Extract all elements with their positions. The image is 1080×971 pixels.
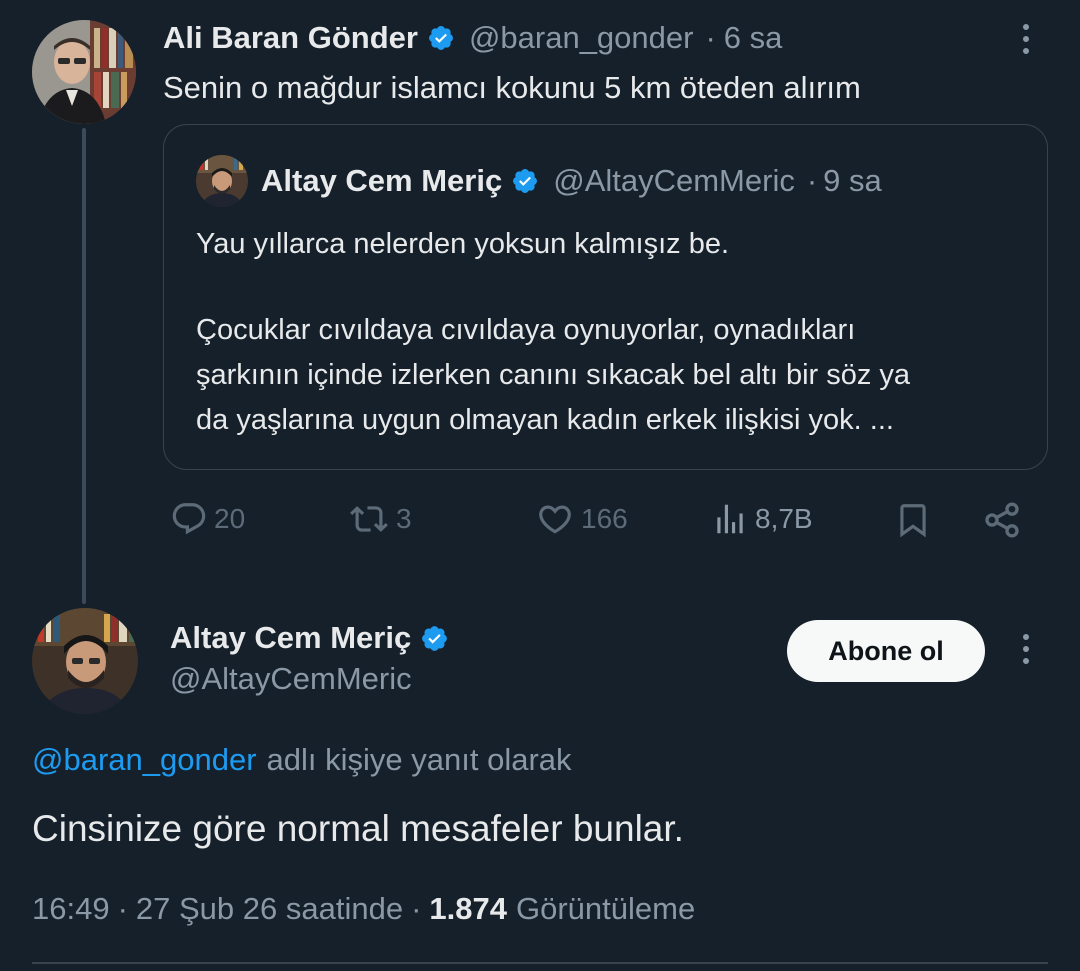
reply-to-suffix: adlı kişiye yanıt olarak <box>266 742 572 777</box>
reply-button[interactable]: 20 <box>170 500 245 538</box>
header-separator: · <box>705 20 716 55</box>
main-author-name[interactable]: Altay Cem Meriç <box>170 620 411 656</box>
more-icon[interactable] <box>1020 634 1032 664</box>
author-handle[interactable]: @baran_gonder <box>469 20 694 56</box>
follow-button[interactable]: Abone ol <box>787 620 985 682</box>
bookmark-icon <box>900 504 926 538</box>
quoted-text-line: Yau yıllarca nelerden yoksun kalmışız be… <box>196 227 730 260</box>
more-icon[interactable] <box>1020 24 1032 54</box>
share-button[interactable] <box>982 500 1022 540</box>
view-label: Görüntüleme <box>515 891 696 926</box>
view-count: 1.874 <box>429 891 507 926</box>
timestamp[interactable]: 6 sa <box>724 20 783 56</box>
main-tweet-text: Cinsinize göre normal mesafeler bunlar. <box>32 808 684 849</box>
verified-badge-icon <box>422 625 448 651</box>
quoted-avatar <box>196 155 248 207</box>
like-button[interactable]: 166 <box>535 500 628 538</box>
author-name[interactable]: Ali Baran Gönder <box>163 20 418 56</box>
meta-separator: · <box>117 891 128 926</box>
divider <box>32 962 1048 964</box>
thread-connector-line <box>82 128 86 604</box>
share-icon <box>985 502 1019 538</box>
quoted-author-name: Altay Cem Meriç <box>261 163 503 198</box>
quoted-author-handle: @AltayCemMeric <box>553 163 795 198</box>
reply-to-handle-link[interactable]: @baran_gonder <box>32 742 257 778</box>
views-count: 8,7B <box>755 503 813 534</box>
reply-tweet-header: Ali Baran Gönder @baran_gonder · 6 sa <box>163 20 782 56</box>
tweet-text: Senin o mağdur islamcı kokunu 5 km ötede… <box>163 70 861 105</box>
like-icon <box>539 505 571 534</box>
verified-badge-icon <box>513 169 538 193</box>
retweet-button[interactable]: 3 <box>348 500 412 538</box>
quoted-timestamp: 9 sa <box>823 163 882 198</box>
verified-badge-icon <box>428 26 453 50</box>
tweet-time[interactable]: 16:49 <box>32 891 110 927</box>
reply-icon <box>172 503 206 535</box>
reply-context: @baran_gonder adlı kişiye yanıt olarak <box>32 741 572 779</box>
views-button[interactable]: 8,7B <box>711 500 813 538</box>
reply-count: 20 <box>214 503 246 534</box>
tweet-date[interactable]: 27 Şub 26 saatinde <box>136 891 403 927</box>
bookmark-button[interactable] <box>894 500 932 540</box>
main-author-handle[interactable]: @AltayCemMeric <box>170 661 412 697</box>
main-tweet-header: Altay Cem Meriç <box>170 619 449 657</box>
quoted-text-line: Çocuklar cıvıldaya cıvıldaya oynuyorlar,… <box>196 313 856 346</box>
avatar-ali-baran[interactable] <box>32 20 136 124</box>
quoted-text-line: da yaşlarına uygun olmayan kadın erkek i… <box>196 403 894 436</box>
like-count: 166 <box>581 503 628 534</box>
views-icon <box>717 504 743 534</box>
avatar-altay-cem[interactable] <box>32 608 138 714</box>
tweet-metadata: 16:49 · 27 Şub 26 saatinde · 1.874 Görün… <box>32 890 695 928</box>
meta-separator: · <box>411 891 422 926</box>
quoted-tweet-header: Altay Cem Meriç @AltayCemMeric · 9 sa <box>261 163 882 199</box>
retweet-count: 3 <box>396 503 412 534</box>
quoted-text-line: şarkının içinde izlerken canını sıkacak … <box>196 358 911 391</box>
quoted-header-separator: · <box>806 163 818 198</box>
retweet-icon <box>350 506 388 532</box>
